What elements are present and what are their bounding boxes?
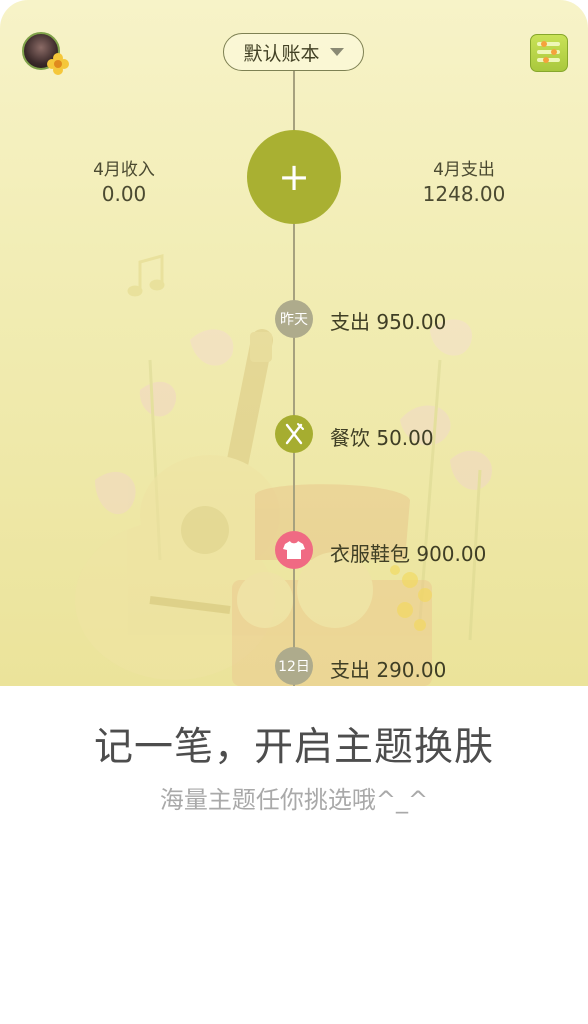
income-label: 4月收入 <box>93 160 155 180</box>
record-row-clothes[interactable]: 衣服鞋包 900.00 <box>330 538 486 567</box>
slider-knob <box>551 49 557 55</box>
promo-subline: 海量主题任你挑选哦^_^ <box>159 786 429 814</box>
day-badge-label: 昨天 <box>280 312 308 328</box>
account-book-name: 默认账本 <box>243 42 320 65</box>
promo-headline: 记一笔，开启主题换肤 <box>93 725 494 770</box>
day-badge: 昨天 <box>275 300 313 338</box>
account-book-selector[interactable]: 默认账本 <box>223 33 364 71</box>
app-screen: 默认账本 4月收入 0.00 + 4月支出 1248.00 昨天 支出 950.… <box>0 0 588 1024</box>
income-value: 0.00 <box>101 182 147 206</box>
slider-knob <box>541 41 547 47</box>
slider-knob <box>543 57 549 63</box>
menu-button[interactable] <box>530 34 568 72</box>
expense-label: 4月支出 <box>433 160 495 180</box>
tshirt-icon <box>275 531 313 569</box>
fork-knife-glyph <box>285 423 304 445</box>
flower-badge-icon <box>47 53 69 75</box>
tshirt-glyph <box>283 541 305 559</box>
chevron-down-icon <box>329 48 344 56</box>
theme-background: 默认账本 4月收入 0.00 + 4月支出 1248.00 昨天 支出 950.… <box>0 0 588 686</box>
music-note-icon <box>127 254 165 297</box>
add-record-button[interactable]: + <box>247 130 341 224</box>
expense-value: 1248.00 <box>422 182 506 206</box>
day-total-row[interactable]: 支出 290.00 <box>330 654 446 683</box>
record-row-dining[interactable]: 餐饮 50.00 <box>330 422 434 451</box>
monthly-income[interactable]: 4月收入 0.00 <box>70 155 178 206</box>
day-badge-label: 12日 <box>278 659 310 675</box>
day-badge: 12日 <box>275 647 313 685</box>
fork-knife-icon <box>275 415 313 453</box>
day-total-row[interactable]: 支出 950.00 <box>330 306 446 335</box>
monthly-expense[interactable]: 4月支出 1248.00 <box>405 155 523 206</box>
